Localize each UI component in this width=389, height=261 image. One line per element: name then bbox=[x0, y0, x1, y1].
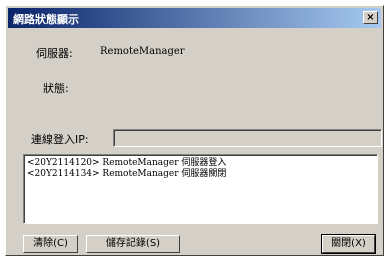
save-log-button[interactable]: 儲存記錄(S) bbox=[86, 235, 180, 253]
close-button[interactable]: 關閉(X) bbox=[321, 234, 376, 254]
log-line[interactable]: <20Y2114134> RemoteManager 伺服器關閉 bbox=[27, 169, 374, 180]
close-icon[interactable]: × bbox=[363, 11, 378, 24]
status-label: 狀態: bbox=[43, 82, 69, 95]
log-line[interactable]: <20Y2114120> RemoteManager 伺服器登入 bbox=[27, 158, 374, 169]
server-label: 伺服器: bbox=[36, 47, 73, 60]
window-title: 網路狀態顯示 bbox=[13, 13, 79, 26]
login-ip-field[interactable] bbox=[113, 129, 382, 147]
network-status-dialog: 網路狀態顯示 × 伺服器: RemoteManager 狀態: 連線登入IP: … bbox=[5, 5, 384, 256]
clear-button[interactable]: 清除(C) bbox=[23, 235, 78, 253]
server-value: RemoteManager bbox=[100, 46, 185, 57]
title-bar[interactable]: 網路狀態顯示 × bbox=[8, 8, 381, 28]
login-ip-label: 連線登入IP: bbox=[31, 133, 89, 146]
log-listbox[interactable]: <20Y2114120> RemoteManager 伺服器登入 <20Y211… bbox=[23, 154, 378, 224]
